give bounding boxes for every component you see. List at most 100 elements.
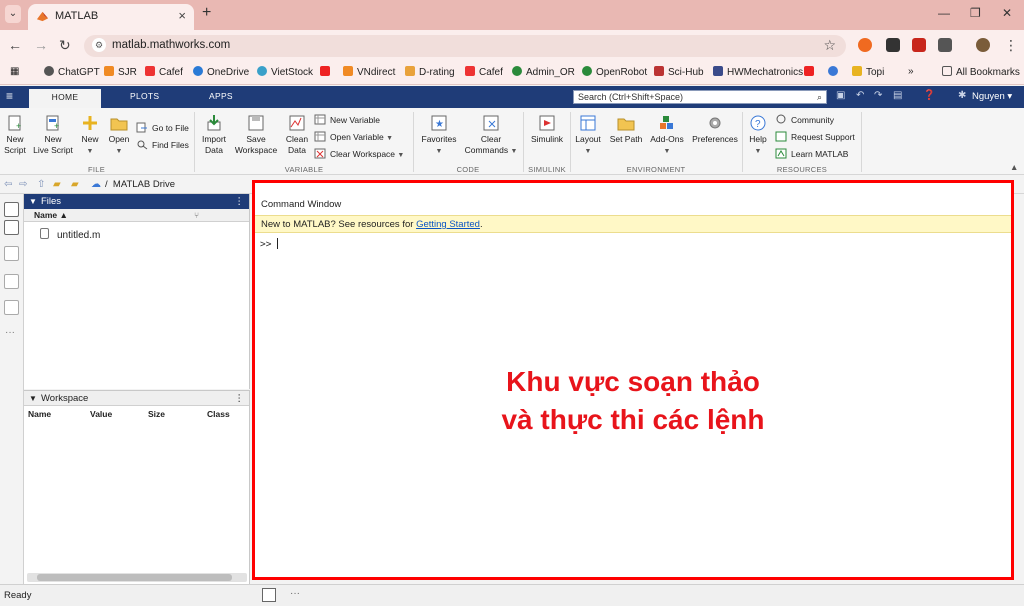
path-breadcrumb[interactable]: / MATLAB Drive (105, 179, 175, 190)
profile-avatar[interactable] (976, 38, 990, 52)
layout-button[interactable]: Layout ▼ (574, 114, 602, 157)
command-window[interactable]: Command Window New to MATLAB? See resour… (252, 180, 1014, 580)
files-panel-icon[interactable] (4, 202, 19, 217)
help-button[interactable]: ? Help ▼ (747, 114, 769, 157)
back-arrow-icon[interactable]: ⇦ (4, 179, 12, 190)
workspace-panel-icon[interactable] (4, 220, 19, 235)
tab-close-icon[interactable]: × (178, 8, 186, 23)
file-item[interactable]: untitled.m (40, 228, 100, 241)
panel-options-icon[interactable]: ⋮ (235, 194, 245, 209)
close-window-icon[interactable]: ✕ (1002, 6, 1012, 20)
collapse-ribbon-icon[interactable]: ▲ (1010, 162, 1018, 172)
reload-icon[interactable]: ↻ (59, 37, 71, 54)
folder-search-icon[interactable]: ▰ (71, 179, 79, 190)
clear-workspace-button[interactable]: Clear Workspace ▼ (314, 148, 404, 159)
workspace-column-name[interactable]: Name (28, 409, 51, 419)
new-variable-button[interactable]: New Variable (314, 114, 380, 125)
import-data-button[interactable]: Import Data (200, 114, 228, 156)
bookmark-item[interactable]: Cafef (145, 66, 183, 78)
getting-started-link[interactable]: Getting Started (416, 219, 480, 230)
browser-menu-icon[interactable]: ⋮ (1004, 37, 1018, 54)
undo-icon[interactable]: ↶ (856, 90, 864, 101)
new-live-script-button[interactable]: + New Live Script (32, 114, 74, 156)
workspace-column-class[interactable]: Class (207, 409, 230, 419)
hamburger-menu-icon[interactable]: ≡ (6, 89, 13, 103)
add-ons-panel-icon[interactable] (4, 300, 19, 315)
new-menu-button[interactable]: New ▼ (80, 114, 100, 157)
bookmark-item[interactable]: Cafef (465, 66, 503, 78)
back-icon[interactable]: ← (8, 37, 22, 53)
matlab-search-input[interactable]: Search (Ctrl+Shift+Space) ⌕ (573, 90, 827, 104)
forward-arrow-icon[interactable]: ⇨ (19, 179, 27, 190)
request-support-button[interactable]: Request Support (775, 131, 855, 142)
tab-apps[interactable]: APPS (209, 91, 233, 101)
layout-toggle-icon[interactable]: ▤ (893, 90, 902, 101)
save-workspace-button[interactable]: Save Workspace (234, 114, 278, 156)
browse-folder-icon[interactable]: ▰ (53, 179, 61, 190)
bookmark-c-icon[interactable] (828, 66, 842, 78)
new-script-button[interactable]: + New Script (2, 114, 28, 156)
bookmark-item[interactable]: Admin_OR (512, 66, 575, 78)
status-more-icon[interactable]: ··· (290, 588, 300, 599)
redo-icon[interactable]: ↷ (874, 90, 882, 101)
browser-tab[interactable]: MATLAB × (28, 4, 194, 30)
workspace-column-size[interactable]: Size (148, 409, 165, 419)
minimize-icon[interactable]: — (938, 6, 950, 20)
bookmark-star-icon[interactable]: ☆ (823, 37, 836, 54)
extensions-puzzle-icon[interactable] (938, 38, 952, 52)
tab-search-button[interactable]: ⌄ (5, 5, 21, 23)
bookmark-item[interactable]: D-rating (405, 66, 455, 78)
bookmarks-overflow-icon[interactable]: » (908, 66, 914, 77)
bookmark-item[interactable]: OpenRobot (582, 66, 647, 78)
add-ons-button[interactable]: Add-Ons ▼ (648, 114, 686, 157)
go-to-file-button[interactable]: Go to File (136, 122, 189, 133)
favorites-button[interactable]: ★ Favorites ▼ (420, 114, 458, 157)
save-icon[interactable]: ▣ (836, 90, 845, 101)
clean-data-button[interactable]: Clean Data (283, 114, 311, 156)
bookmark-item[interactable]: HWMechatronics (713, 66, 803, 78)
site-info-icon[interactable]: ⚙ (92, 38, 106, 52)
tab-plots[interactable]: PLOTS (130, 91, 159, 101)
learn-matlab-button[interactable]: Learn MATLAB (775, 148, 848, 159)
open-button[interactable]: Open ▼ (107, 114, 131, 157)
maximize-icon[interactable]: ❐ (970, 6, 981, 20)
tab-home[interactable]: HOME (29, 89, 101, 108)
url-field[interactable]: ⚙ matlab.mathworks.com ☆ (84, 35, 846, 57)
collapse-chevron-icon[interactable]: ▼ (29, 194, 37, 209)
panel-options-icon[interactable]: ⋮ (235, 391, 245, 406)
history-panel-icon[interactable] (4, 274, 19, 289)
workspace-column-value[interactable]: Value (90, 409, 112, 419)
editor-panel-icon[interactable] (4, 246, 19, 261)
horizontal-scrollbar[interactable] (27, 573, 247, 582)
bookmark-item[interactable]: SJR (104, 66, 137, 78)
up-folder-icon[interactable]: ⇧ (37, 179, 45, 190)
collapse-chevron-icon[interactable]: ▼ (29, 391, 37, 406)
all-bookmarks-button[interactable]: All Bookmarks (942, 66, 1020, 78)
name-column-header[interactable]: Name ▲ (34, 209, 68, 222)
bookmark-item[interactable]: VNdirect (343, 66, 395, 78)
preferences-button[interactable]: Preferences (691, 114, 739, 145)
forward-icon[interactable]: → (34, 37, 48, 53)
community-button[interactable]: Community (775, 114, 834, 125)
bookmark-item[interactable]: Topi (852, 66, 884, 78)
clear-commands-button[interactable]: Clear Commands ▼ (463, 114, 519, 157)
simulink-button[interactable]: Simulink (528, 114, 566, 145)
eyedropper-icon[interactable] (886, 38, 900, 52)
user-menu[interactable]: Nguyen ▾ (972, 91, 1012, 102)
new-tab-button[interactable]: + (202, 4, 211, 22)
open-variable-button[interactable]: Open Variable ▼ (314, 131, 393, 142)
command-prompt[interactable]: >> (260, 238, 279, 250)
set-path-button[interactable]: Set Path (608, 114, 644, 145)
help-icon[interactable]: ❓ (923, 90, 935, 101)
apps-grid-icon[interactable]: ▦ (10, 66, 19, 77)
status-panel-icon[interactable] (262, 588, 276, 602)
more-panels-icon[interactable]: ··· (5, 327, 15, 338)
bookmark-item[interactable]: ChatGPT (44, 66, 100, 78)
youtube-bookmark-icon[interactable] (320, 66, 334, 78)
youtube-bookmark-icon[interactable] (804, 66, 818, 78)
extension-red-icon[interactable] (912, 38, 926, 52)
extension-icon[interactable] (858, 38, 872, 52)
bookmark-item[interactable]: VietStock (257, 66, 313, 78)
bookmark-item[interactable]: Sci-Hub (654, 66, 704, 78)
find-files-button[interactable]: Find Files (136, 139, 189, 150)
